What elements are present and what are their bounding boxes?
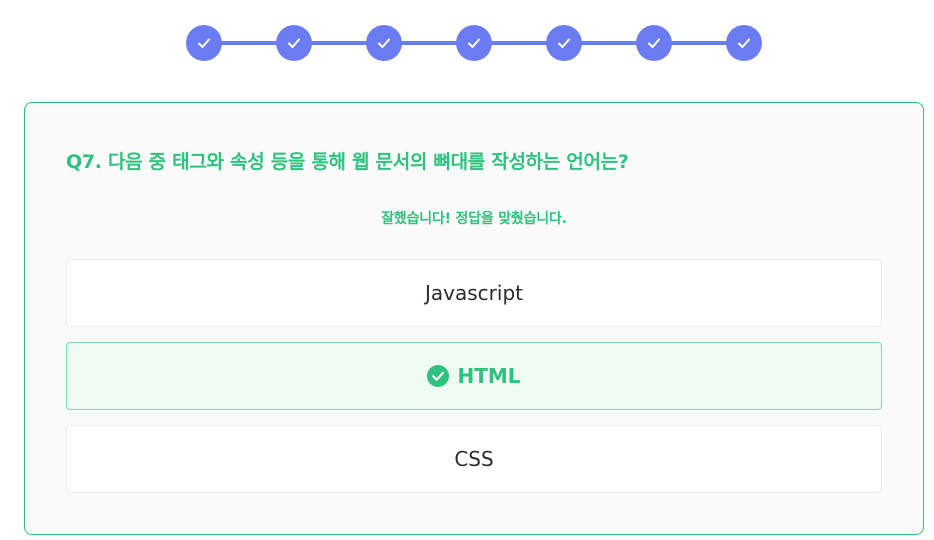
check-icon [378, 38, 390, 48]
answer-option-html[interactable]: HTML [66, 342, 882, 410]
check-icon [738, 38, 750, 48]
step-3[interactable] [366, 25, 402, 61]
check-icon [558, 38, 570, 48]
answer-option-javascript[interactable]: Javascript [66, 259, 882, 327]
step-6[interactable] [636, 25, 672, 61]
check-icon [288, 38, 300, 48]
quiz-page: Q7. 다음 중 태그와 속성 등을 통해 웹 문서의 뼈대를 작성하는 언어는… [0, 0, 934, 540]
answer-option-label: CSS [454, 447, 494, 471]
check-icon [198, 38, 210, 48]
answer-option-label: HTML [457, 364, 521, 388]
check-icon [648, 38, 660, 48]
step-5[interactable] [546, 25, 582, 61]
answer-option-css[interactable]: CSS [66, 425, 882, 493]
question-title: Q7. 다음 중 태그와 속성 등을 통해 웹 문서의 뼈대를 작성하는 언어는… [66, 151, 629, 173]
feedback-message: 잘했습니다! 정답을 맞췄습니다. [381, 211, 567, 227]
question-card: Q7. 다음 중 태그와 속성 등을 통해 웹 문서의 뼈대를 작성하는 언어는… [24, 102, 924, 535]
check-icon [468, 38, 480, 48]
progress-stepper [186, 25, 762, 61]
answer-option-label: Javascript [425, 281, 523, 305]
step-7[interactable] [726, 25, 762, 61]
check-circle-icon [427, 365, 450, 387]
step-1[interactable] [186, 25, 222, 61]
step-4[interactable] [456, 25, 492, 61]
step-2[interactable] [276, 25, 312, 61]
